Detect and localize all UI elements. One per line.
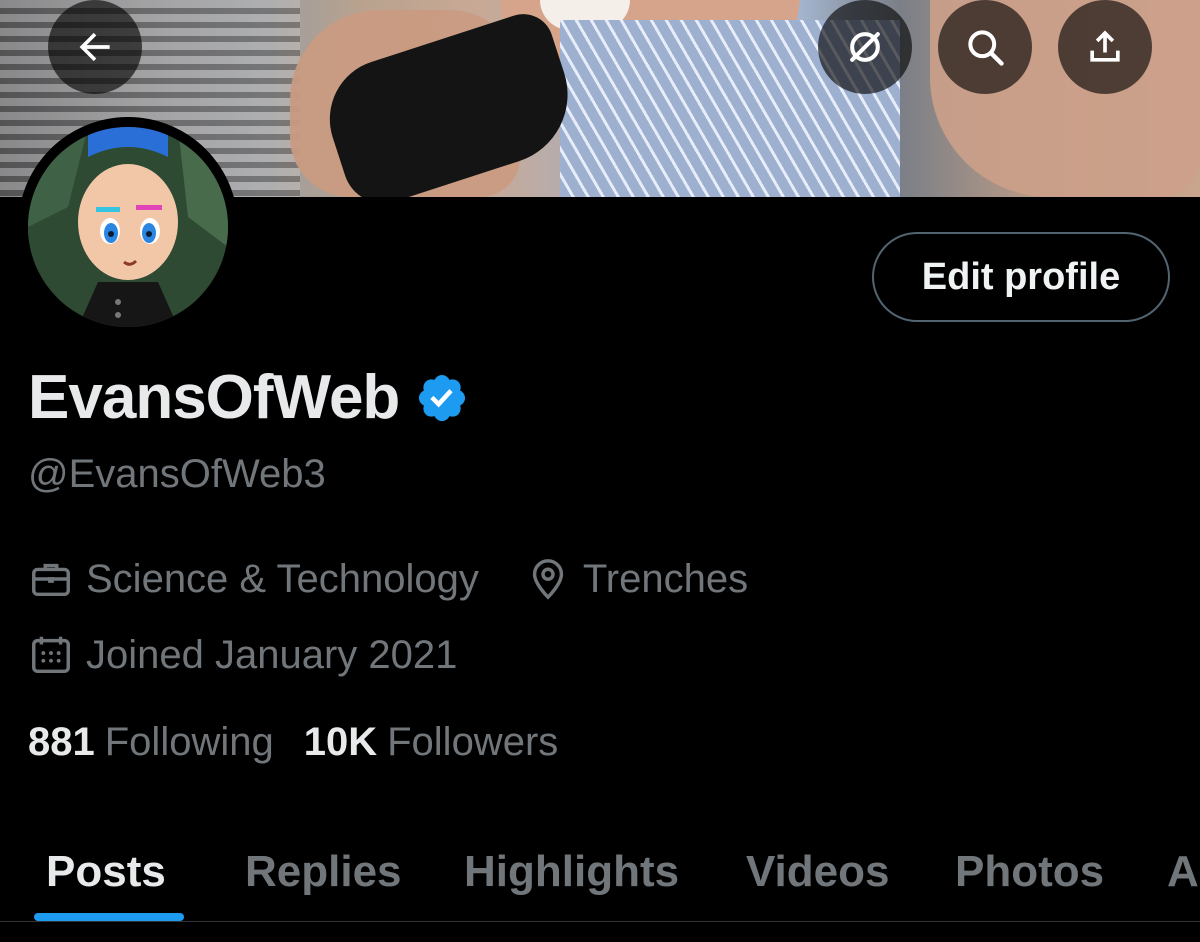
display-name: EvansOfWeb (28, 363, 400, 432)
location-text: Trenches (582, 556, 749, 601)
tab-articles[interactable]: A (1167, 822, 1200, 921)
tab-videos[interactable]: Videos (746, 822, 889, 921)
followers-label: Followers (387, 720, 559, 764)
tab-photos-label: Photos (955, 846, 1105, 896)
tab-videos-label: Videos (746, 846, 890, 896)
followers-count: 10K (303, 720, 378, 764)
edit-profile-button[interactable]: Edit profile (872, 232, 1170, 322)
joined-item: Joined January 2021 (28, 632, 457, 678)
tab-photos[interactable]: Photos (955, 822, 1104, 921)
handle: @EvansOfWeb3 (28, 452, 326, 496)
share-button[interactable] (1058, 0, 1152, 94)
tab-posts-label: Posts (46, 846, 166, 896)
location-item: Trenches (525, 556, 748, 602)
verified-badge-icon[interactable] (415, 371, 469, 425)
grok-icon (850, 32, 880, 62)
name-row: EvansOfWeb (28, 362, 469, 433)
following-count: 881 (28, 720, 95, 764)
briefcase-icon (32, 563, 70, 597)
tab-highlights-label: Highlights (464, 846, 680, 896)
back-button[interactable] (48, 0, 142, 94)
share-icon (1090, 30, 1120, 62)
category-text: Science & Technology (86, 556, 479, 601)
avatar[interactable] (18, 117, 238, 337)
following-link[interactable]: 881 Following (28, 720, 274, 765)
search-icon (968, 30, 1004, 66)
calendar-icon (32, 636, 70, 674)
avatar-illustration (28, 127, 228, 327)
tab-highlights[interactable]: Highlights (464, 822, 679, 921)
follow-stats: 881 Following 10K Followers (28, 720, 588, 765)
joined-row: Joined January 2021 (28, 632, 503, 678)
search-button[interactable] (938, 0, 1032, 94)
location-pin-icon (532, 559, 564, 600)
grok-button[interactable] (818, 0, 912, 94)
tab-replies[interactable]: Replies (245, 822, 402, 921)
tab-posts[interactable]: Posts (34, 822, 184, 921)
tab-replies-label: Replies (245, 846, 402, 896)
profile-meta-row: Science & Technology Trenches (28, 556, 794, 602)
joined-text: Joined January 2021 (86, 632, 458, 677)
following-label: Following (104, 720, 274, 764)
followers-link[interactable]: 10K Followers (304, 720, 559, 765)
tab-articles-label: A (1167, 846, 1199, 896)
arrow-left-icon (79, 32, 110, 62)
avatar-image (28, 127, 228, 327)
active-tab-indicator (34, 913, 184, 921)
profile-tabs: Posts Replies Highlights Videos Photos A (0, 822, 1200, 922)
category-item: Science & Technology (28, 556, 479, 602)
